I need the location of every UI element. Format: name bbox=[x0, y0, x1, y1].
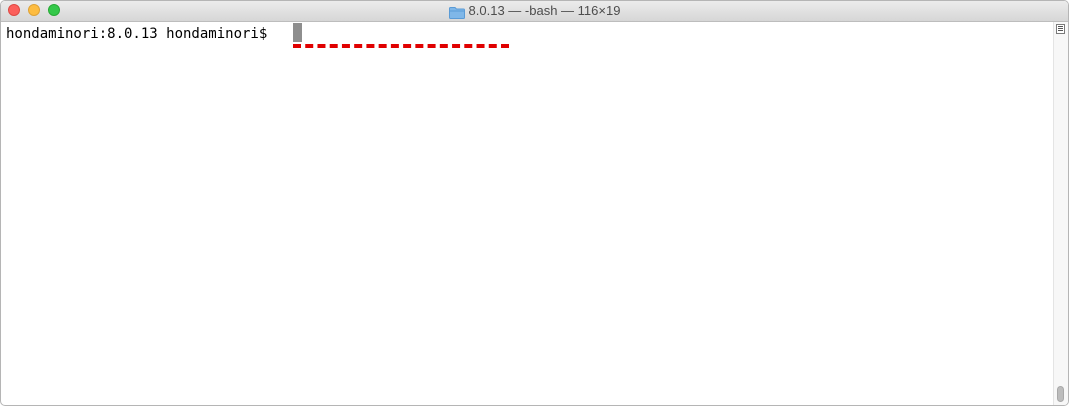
scroll-menu-icon[interactable] bbox=[1056, 24, 1065, 34]
scroll-thumb[interactable] bbox=[1057, 386, 1064, 402]
title-bar[interactable]: 8.0.13 — -bash — 116×19 bbox=[1, 1, 1068, 22]
terminal-content[interactable]: hondaminori:8.0.13 hondaminori$ bbox=[6, 22, 276, 46]
window-title-text: 8.0.13 — -bash — 116×19 bbox=[468, 3, 621, 18]
shell-prompt: hondaminori:8.0.13 hondaminori$ bbox=[6, 26, 276, 42]
folder-icon bbox=[448, 5, 465, 19]
red-dashed-underline bbox=[293, 44, 509, 48]
window-title: 8.0.13 — -bash — 116×19 bbox=[1, 1, 1068, 21]
text-cursor bbox=[293, 23, 302, 42]
vertical-scrollbar[interactable] bbox=[1053, 22, 1068, 405]
terminal-window: 8.0.13 — -bash — 116×19 hondaminori:8.0.… bbox=[0, 0, 1069, 406]
